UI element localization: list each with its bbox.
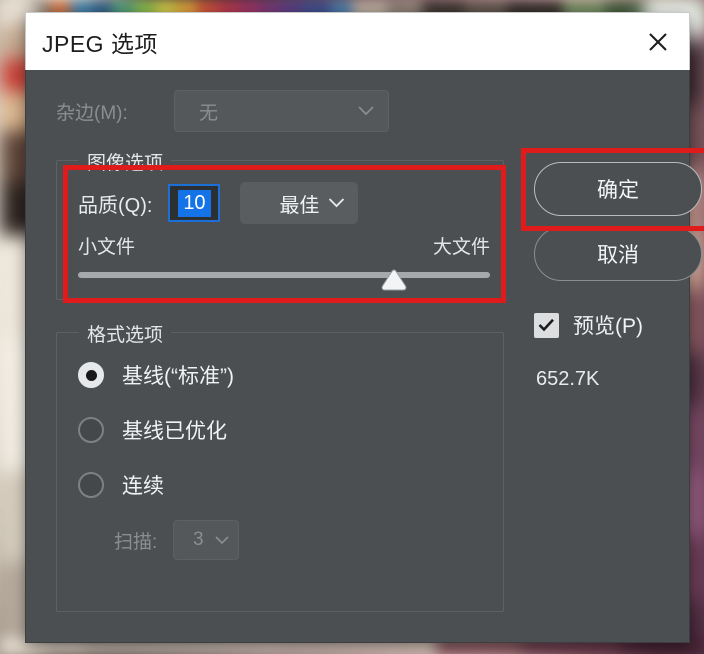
scans-label: 扫描: (114, 531, 158, 553)
quality-label: 品质(Q): (78, 194, 153, 217)
radio-label: 基线已优化 (122, 420, 227, 443)
file-size-text: 652.7K (536, 368, 600, 390)
dialog-titlebar: JPEG 选项 (25, 12, 690, 70)
slider-thumb-icon[interactable] (380, 269, 408, 291)
image-options-group-title: 图像选项 (79, 148, 172, 175)
scans-select: 3 (173, 520, 240, 560)
quality-row: 品质(Q): 10 最佳 (78, 182, 359, 224)
cancel-button-label: 取消 (597, 244, 639, 267)
quality-slider[interactable]: 小文件 大文件 (78, 232, 490, 291)
radio-indicator (78, 472, 104, 498)
radio-indicator-selected (78, 362, 104, 388)
radio-baseline-standard[interactable]: 基线(“标准”) (78, 360, 234, 390)
matte-label: 杂边(M): (56, 102, 128, 124)
preview-checkbox-row[interactable]: 预览(P) (534, 310, 643, 340)
dialog-body: 杂边(M): 无 图像选项 品质(Q): 10 最佳 小文件 大文件 格式选项 … (25, 70, 704, 643)
radio-label: 连续 (122, 475, 164, 498)
close-icon[interactable] (641, 25, 675, 59)
chevron-down-icon (215, 529, 229, 551)
slider-end-labels: 小文件 大文件 (78, 232, 490, 259)
slider-track-wrap[interactable] (78, 269, 490, 291)
quality-input[interactable]: 10 (168, 184, 221, 222)
scans-value: 3 (192, 529, 204, 550)
radio-baseline-optimized[interactable]: 基线已优化 (78, 415, 227, 445)
quality-value: 10 (178, 189, 211, 217)
radio-progressive[interactable]: 连续 (78, 470, 164, 500)
slider-track[interactable] (78, 272, 490, 278)
matte-select: 无 (174, 90, 389, 132)
format-options-group-title: 格式选项 (79, 320, 172, 347)
radio-indicator (78, 417, 104, 443)
quality-preset-value: 最佳 (279, 194, 320, 217)
radio-label: 基线(“标准”) (122, 365, 234, 388)
screenshot-stage: JPEG 选项 杂边(M): 无 图像选项 品质(Q): 10 最佳 小文件 大… (0, 0, 704, 654)
ok-button-label: 确定 (597, 179, 639, 202)
chevron-down-icon (358, 100, 374, 122)
jpeg-options-dialog: JPEG 选项 杂边(M): 无 图像选项 品质(Q): 10 最佳 小文件 大… (25, 12, 704, 643)
cancel-button[interactable]: 取消 (534, 227, 702, 281)
matte-row: 杂边(M): 无 (56, 90, 389, 132)
slider-label-large-file: 大文件 (432, 237, 490, 258)
matte-value: 无 (199, 102, 219, 124)
dialog-title: JPEG 选项 (42, 30, 158, 57)
quality-preset-select[interactable]: 最佳 (240, 182, 359, 224)
check-icon (538, 318, 554, 332)
slider-label-small-file: 小文件 (78, 237, 136, 258)
scans-row: 扫描: 3 (114, 520, 240, 560)
preview-label: 预览(P) (573, 315, 643, 338)
ok-button[interactable]: 确定 (534, 162, 702, 216)
preview-checkbox[interactable] (534, 312, 559, 338)
chevron-down-icon (328, 192, 345, 215)
